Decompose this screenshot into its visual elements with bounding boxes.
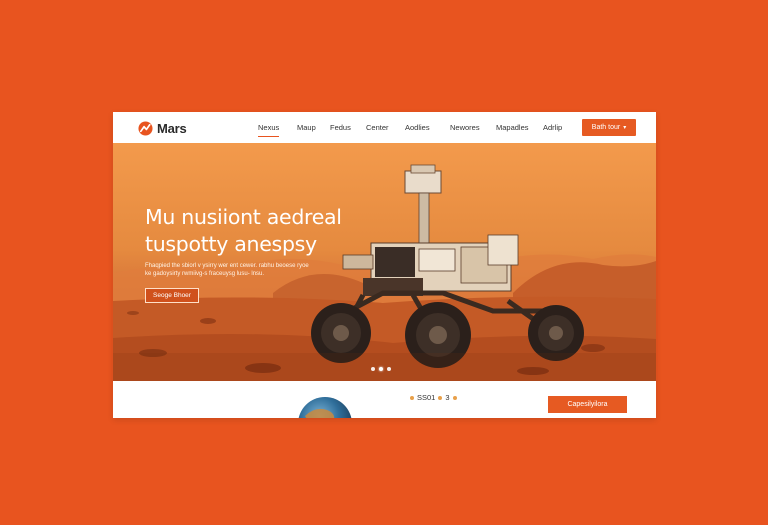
- stat-indicator: SS01 3: [410, 393, 457, 402]
- book-tour-label: Bath tour: [591, 124, 621, 131]
- carousel-dot-active[interactable]: [379, 367, 383, 371]
- top-navigation: Mars Nexus Maup Fedus Center Aodlies New…: [113, 112, 656, 143]
- book-tour-button[interactable]: Bath tour ▾: [582, 119, 636, 136]
- nav-link-aodlies[interactable]: Aodlies: [405, 123, 430, 132]
- info-strip: SS01 3 Capesilyilora: [113, 381, 656, 418]
- brand-logo[interactable]: Mars: [138, 120, 187, 136]
- hero-description: Fhaqpied the sbiorl v ysirry wer ent cew…: [145, 263, 309, 277]
- stat-dot-icon: [410, 395, 414, 400]
- stat-suffix: 3: [445, 393, 450, 402]
- nav-link-nexus[interactable]: Nexus: [258, 123, 280, 137]
- nav-link-mapadles[interactable]: Mapadles: [496, 123, 529, 132]
- hero-banner: Mu nusiiont aedreal tuspotty anespsy Fha…: [113, 143, 656, 381]
- nav-link-maup[interactable]: Maup: [297, 123, 316, 132]
- nav-link-fedus[interactable]: Fedus: [330, 123, 351, 132]
- brand-name: Mars: [157, 120, 187, 136]
- nav-link-newores[interactable]: Newores: [450, 123, 480, 132]
- hero-title-line-1: Mu nusiiont aedreal: [145, 205, 342, 229]
- nav-link-adrlip[interactable]: Adrlip: [543, 123, 562, 132]
- stat-dot-icon: [438, 395, 443, 400]
- capabilities-button[interactable]: Capesilyilora: [548, 396, 627, 413]
- web-page: Mars Nexus Maup Fedus Center Aodlies New…: [113, 112, 656, 418]
- planet-image: [298, 397, 352, 418]
- chevron-down-icon: ▾: [623, 125, 627, 131]
- brand-mark-icon: [138, 120, 153, 136]
- carousel-dot[interactable]: [387, 367, 391, 371]
- hero-title: Mu nusiiont aedreal tuspotty anespsy: [145, 204, 405, 258]
- nav-link-center[interactable]: Center: [366, 123, 389, 132]
- stat-dot-icon: [452, 395, 457, 400]
- stat-value: SS01: [417, 393, 436, 402]
- carousel-dot[interactable]: [371, 367, 375, 371]
- hero-cta-button[interactable]: Seoge Bhoer: [145, 288, 199, 303]
- hero-title-line-2: tuspotty anespsy: [145, 232, 317, 256]
- carousel-dots: [371, 367, 391, 371]
